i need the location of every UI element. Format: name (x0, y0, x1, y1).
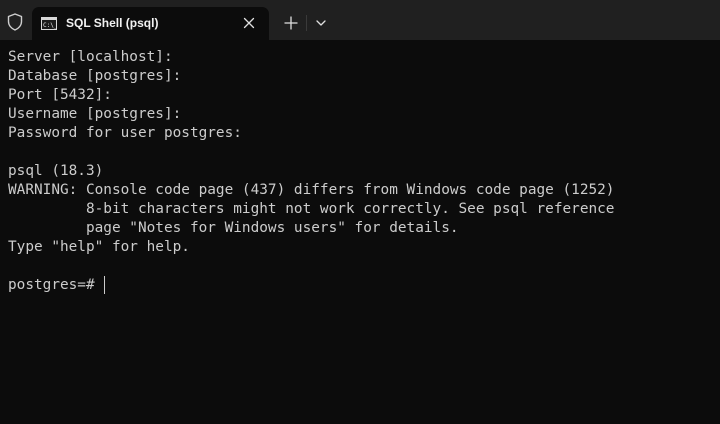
text-cursor (104, 276, 106, 294)
terminal-line: psql (18.3) (8, 163, 104, 179)
terminal-line: Server [localhost]: (8, 49, 173, 65)
psql-prompt: postgres=# (8, 277, 104, 293)
plus-icon[interactable] (284, 16, 298, 30)
terminal-window: C:\_ SQL Shell (psql) Server [localhost]… (0, 0, 720, 424)
console-icon: C:\_ (41, 17, 57, 30)
tab-sql-shell[interactable]: C:\_ SQL Shell (psql) (32, 7, 269, 40)
tab-title: SQL Shell (psql) (66, 16, 159, 30)
prompt-line[interactable]: postgres=# (8, 276, 712, 295)
terminal-line: Username [postgres]: (8, 106, 182, 122)
terminal-output[interactable]: Server [localhost]: Database [postgres]:… (0, 40, 720, 424)
close-icon[interactable] (243, 17, 255, 29)
terminal-line: Port [5432]: (8, 87, 112, 103)
shield-icon (7, 13, 23, 31)
terminal-line: WARNING: Console code page (437) differs… (8, 182, 615, 198)
svg-text:C:\_: C:\_ (43, 22, 57, 29)
tab-separator (306, 15, 307, 31)
tab-bar: C:\_ SQL Shell (psql) (0, 0, 720, 40)
terminal-line: page "Notes for Windows users" for detai… (8, 220, 459, 236)
terminal-line: Database [postgres]: (8, 68, 182, 84)
terminal-line: 8-bit characters might not work correctl… (8, 201, 615, 217)
terminal-line: Password for user postgres: (8, 125, 242, 141)
chevron-down-icon[interactable] (315, 18, 327, 28)
terminal-line: Type "help" for help. (8, 239, 190, 255)
